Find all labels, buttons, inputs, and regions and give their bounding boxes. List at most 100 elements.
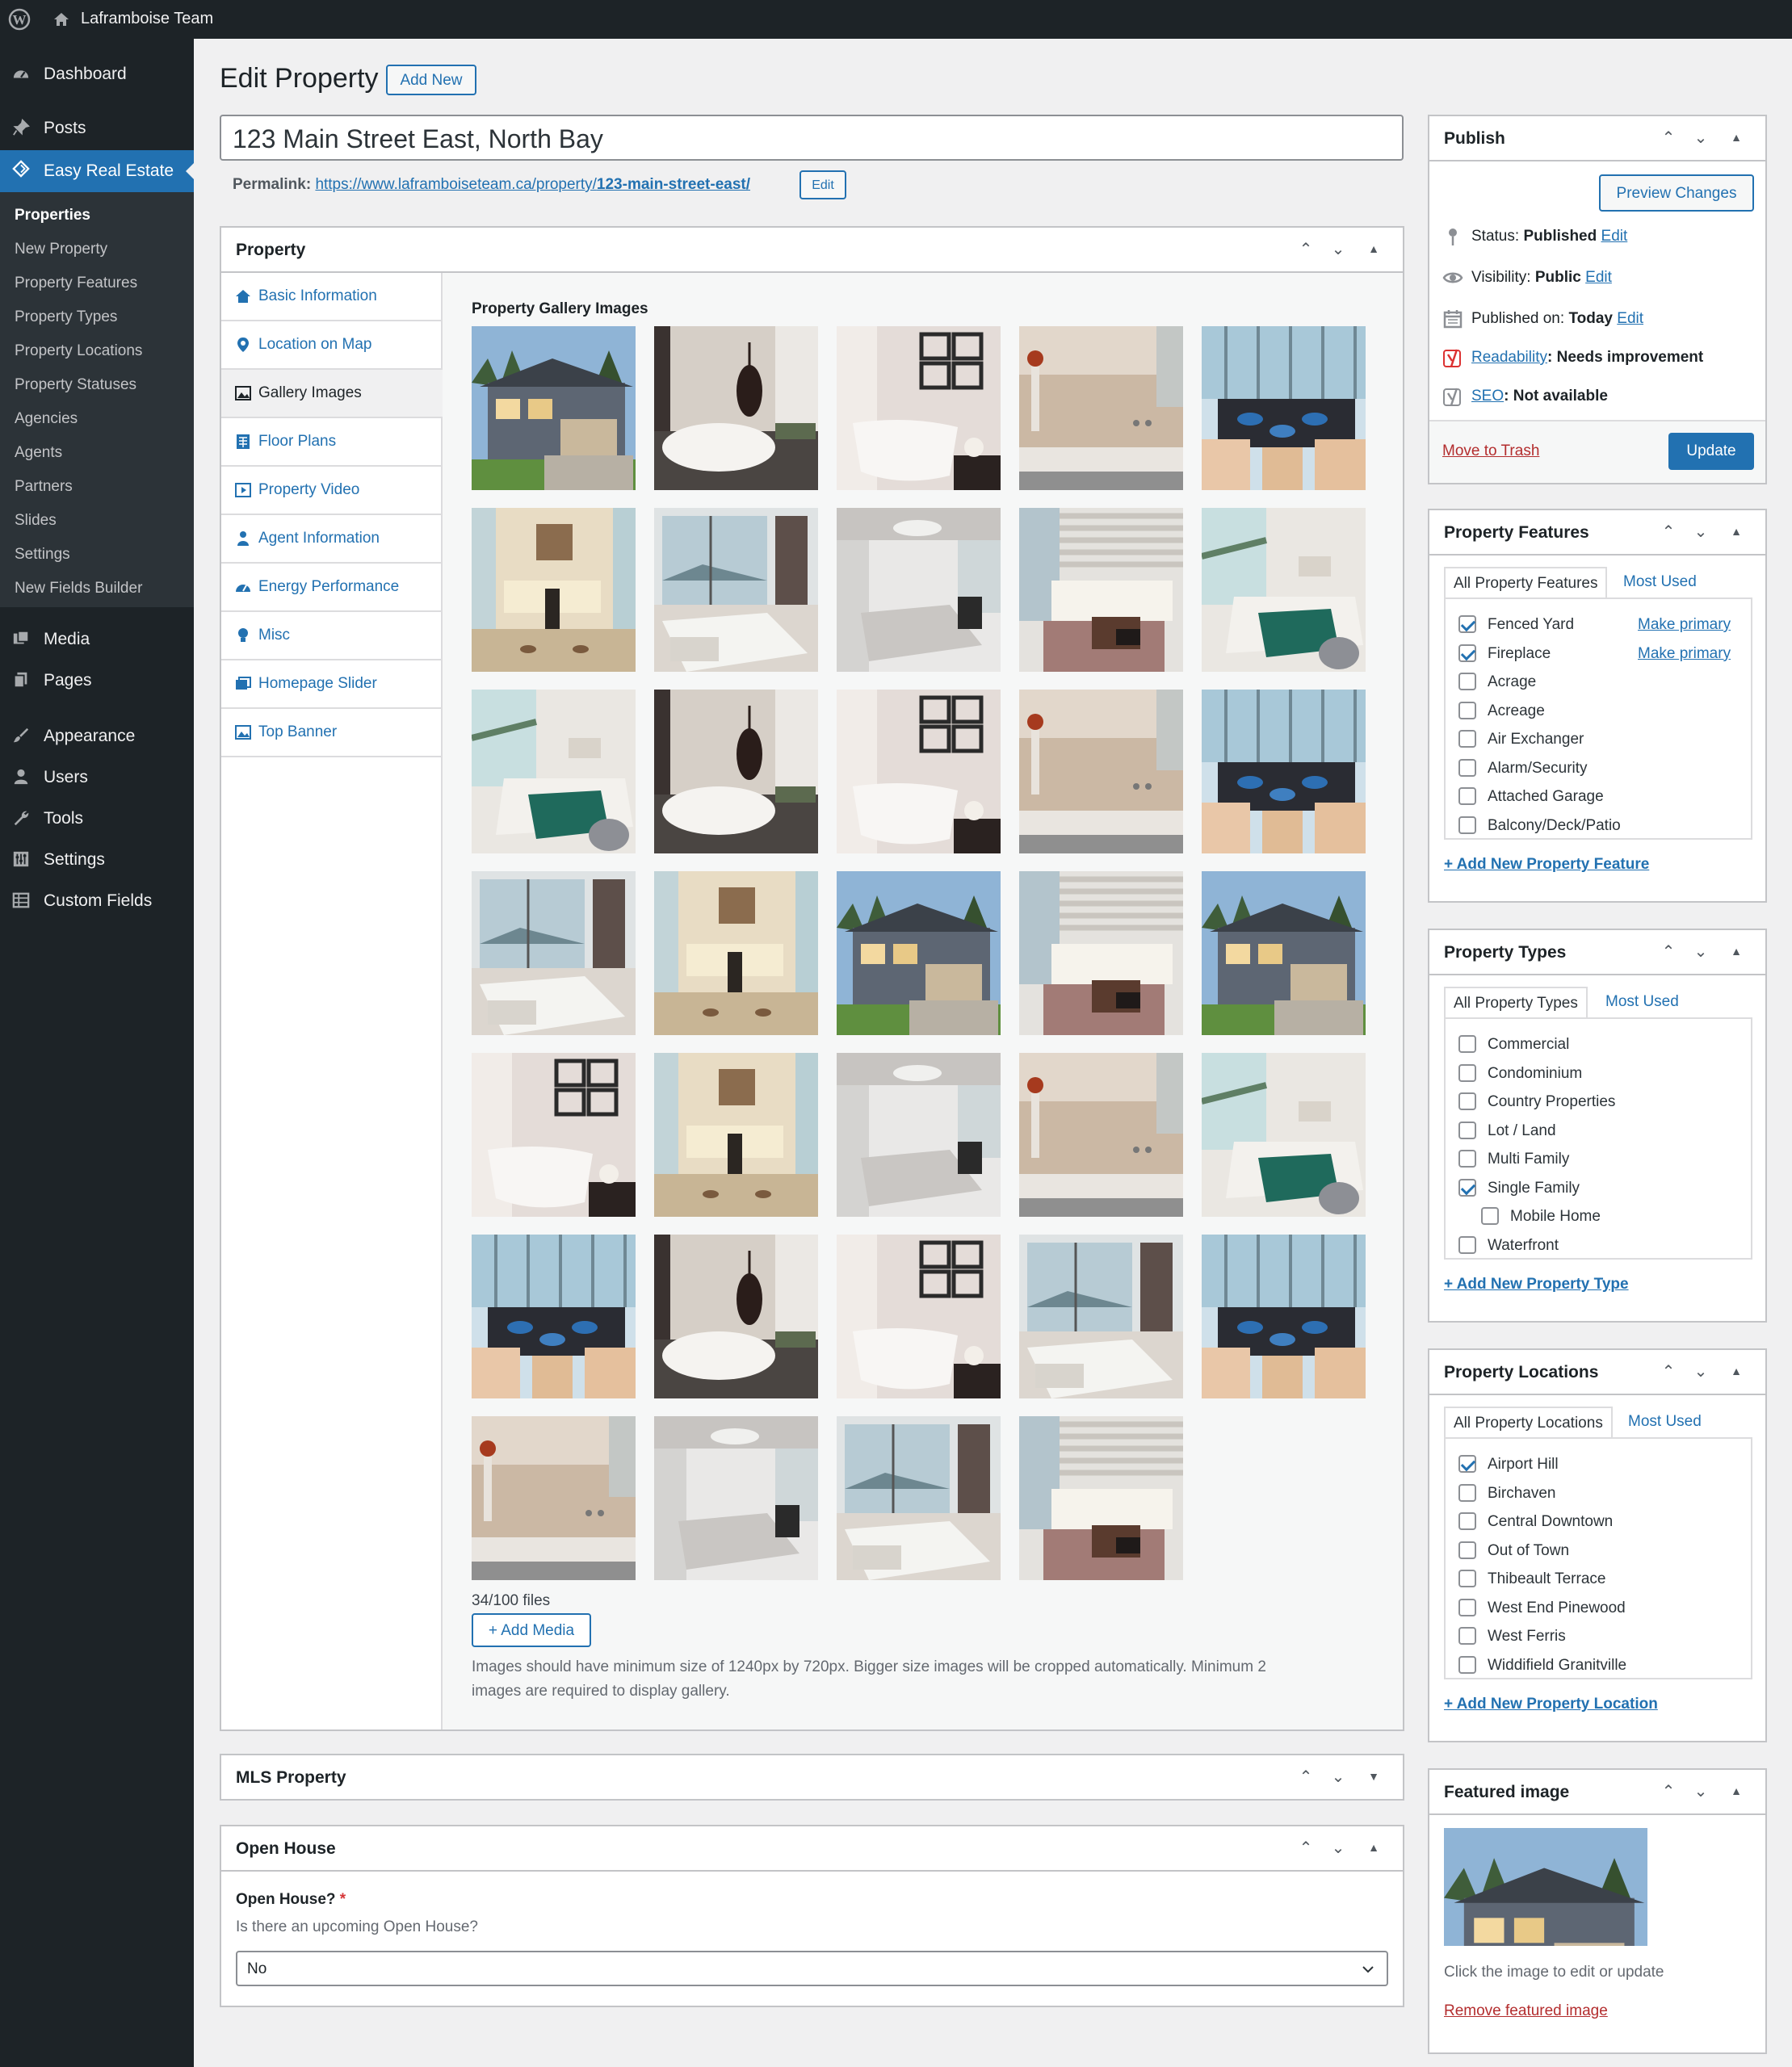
gallery-thumbnail[interactable] xyxy=(837,508,1001,672)
submenu-property-locations[interactable]: Property Locations xyxy=(15,342,142,360)
submenu-property-features[interactable]: Property Features xyxy=(15,275,137,292)
gallery-thumbnail[interactable] xyxy=(472,690,636,853)
gallery-thumbnail[interactable] xyxy=(837,690,1001,853)
move-up-icon[interactable]: ⌃ xyxy=(1295,1767,1317,1789)
permalink-link[interactable]: https://www.laframboiseteam.ca/property/… xyxy=(315,176,750,193)
tab-gallery-images[interactable]: Gallery Images xyxy=(221,370,443,418)
checkbox[interactable] xyxy=(1458,1235,1476,1254)
open-house-select[interactable]: No xyxy=(236,1951,1388,1986)
gallery-thumbnail[interactable] xyxy=(837,1235,1001,1398)
checkbox-label[interactable]: Out of Town xyxy=(1488,1542,1569,1560)
tab-floor-plans[interactable]: Floor Plans xyxy=(221,418,441,467)
gallery-thumbnail[interactable] xyxy=(1202,508,1366,672)
submenu-properties[interactable]: Properties xyxy=(15,207,90,224)
checkbox[interactable] xyxy=(1458,1035,1476,1053)
gallery-thumbnail[interactable] xyxy=(472,508,636,672)
checkbox-label[interactable]: Widdifield Granitville xyxy=(1488,1657,1626,1675)
make-primary-link[interactable]: Make primary xyxy=(1638,616,1731,634)
checkbox-label[interactable]: Airport Hill xyxy=(1488,1456,1559,1474)
seo-link[interactable]: SEO xyxy=(1471,388,1504,405)
gallery-thumbnail[interactable] xyxy=(1202,326,1366,490)
featured-image-thumbnail[interactable] xyxy=(1444,1828,1647,1946)
gallery-thumbnail[interactable] xyxy=(472,1053,636,1217)
gallery-thumbnail[interactable] xyxy=(654,690,818,853)
checkbox[interactable] xyxy=(1481,1207,1499,1225)
checkbox[interactable] xyxy=(1458,1598,1476,1616)
checkbox-label[interactable]: West End Pinewood xyxy=(1488,1600,1626,1617)
gallery-thumbnail[interactable] xyxy=(837,871,1001,1035)
gallery-thumbnail[interactable] xyxy=(1019,871,1183,1035)
checkbox[interactable] xyxy=(1458,615,1476,633)
gallery-thumbnail[interactable] xyxy=(472,1416,636,1580)
gallery-thumbnail[interactable] xyxy=(837,1416,1001,1580)
gallery-thumbnail[interactable] xyxy=(654,508,818,672)
checkbox[interactable] xyxy=(1458,1178,1476,1197)
checkbox-label[interactable]: Lot / Land xyxy=(1488,1122,1556,1140)
gallery-thumbnail[interactable] xyxy=(1019,508,1183,672)
tab-all-types[interactable]: All Property Types xyxy=(1444,987,1588,1019)
gallery-thumbnail[interactable] xyxy=(1019,690,1183,853)
move-up-icon[interactable]: ⌃ xyxy=(1657,128,1680,150)
checkbox-label[interactable]: Single Family xyxy=(1488,1180,1580,1197)
gallery-thumbnail[interactable] xyxy=(1202,871,1366,1035)
published-edit-link[interactable]: Edit xyxy=(1617,310,1643,327)
move-up-icon[interactable]: ⌃ xyxy=(1295,1838,1317,1860)
move-up-icon[interactable]: ⌃ xyxy=(1657,1361,1680,1384)
checkbox-label[interactable]: West Ferris xyxy=(1488,1628,1566,1646)
gallery-thumbnail[interactable] xyxy=(1019,326,1183,490)
gallery-thumbnail[interactable] xyxy=(654,326,818,490)
gallery-thumbnail[interactable] xyxy=(472,326,636,490)
gallery-thumbnail[interactable] xyxy=(472,871,636,1035)
checkbox[interactable] xyxy=(1458,758,1476,777)
checkbox[interactable] xyxy=(1458,1063,1476,1082)
tab-energy-performance[interactable]: Energy Performance xyxy=(221,564,441,612)
permalink-edit-button[interactable]: Edit xyxy=(799,170,846,199)
submenu-property-types[interactable]: Property Types xyxy=(15,308,117,326)
gallery-thumbnail[interactable] xyxy=(837,1053,1001,1217)
move-up-icon[interactable]: ⌃ xyxy=(1657,941,1680,964)
menu-settings[interactable]: Settings xyxy=(0,841,194,878)
gallery-thumbnail[interactable] xyxy=(1202,690,1366,853)
add-media-button[interactable]: + Add Media xyxy=(472,1613,591,1647)
tab-all-locations[interactable]: All Property Locations xyxy=(1444,1407,1613,1439)
remove-featured-image-link[interactable]: Remove featured image xyxy=(1444,2002,1608,2020)
menu-tools[interactable]: Tools xyxy=(0,799,194,836)
move-up-icon[interactable]: ⌃ xyxy=(1657,1781,1680,1804)
move-down-icon[interactable]: ⌄ xyxy=(1327,239,1349,262)
tab-location-on-map[interactable]: Location on Map xyxy=(221,321,441,370)
tab-misc[interactable]: Misc xyxy=(221,612,441,660)
tab-property-video[interactable]: Property Video xyxy=(221,467,441,515)
gallery-thumbnail[interactable] xyxy=(1202,1235,1366,1398)
tab-most-used[interactable]: Most Used xyxy=(1597,987,1687,1019)
collapse-toggle-icon[interactable]: ▲ xyxy=(1725,945,1748,967)
collapse-toggle-icon[interactable]: ▲ xyxy=(1362,242,1385,265)
tab-top-banner[interactable]: Top Banner xyxy=(221,709,441,757)
gallery-thumbnail[interactable] xyxy=(654,871,818,1035)
gallery-thumbnail[interactable] xyxy=(1019,1053,1183,1217)
checkbox[interactable] xyxy=(1458,815,1476,834)
checkbox[interactable] xyxy=(1458,673,1476,690)
checkbox-label[interactable]: Air Exchanger xyxy=(1488,731,1584,748)
gallery-thumbnail[interactable] xyxy=(654,1053,818,1217)
checkbox-label[interactable]: Country Properties xyxy=(1488,1093,1615,1111)
move-down-icon[interactable]: ⌄ xyxy=(1689,522,1712,544)
add-new-feature-link[interactable]: + Add New Property Feature xyxy=(1444,856,1649,874)
submenu-settings[interactable]: Settings xyxy=(15,546,70,564)
submenu-partners[interactable]: Partners xyxy=(15,478,73,496)
visibility-edit-link[interactable]: Edit xyxy=(1585,269,1612,286)
submenu-agencies[interactable]: Agencies xyxy=(15,410,78,428)
checkbox-label[interactable]: Acreage xyxy=(1488,702,1545,720)
checkbox[interactable] xyxy=(1458,787,1476,805)
status-edit-link[interactable]: Edit xyxy=(1601,228,1628,245)
checkbox[interactable] xyxy=(1458,1541,1476,1559)
checkbox[interactable] xyxy=(1458,1655,1476,1674)
tab-agent-information[interactable]: Agent Information xyxy=(221,515,441,564)
collapse-toggle-icon[interactable]: ▲ xyxy=(1362,1841,1385,1864)
tab-most-used[interactable]: Most Used xyxy=(1615,567,1705,599)
checkbox[interactable] xyxy=(1458,1483,1476,1502)
gallery-thumbnail[interactable] xyxy=(472,1235,636,1398)
update-button[interactable]: Update xyxy=(1668,433,1754,470)
home-icon[interactable] xyxy=(52,10,71,29)
checkbox-label[interactable]: Multi Family xyxy=(1488,1151,1569,1168)
menu-pages[interactable]: Pages xyxy=(0,661,194,698)
